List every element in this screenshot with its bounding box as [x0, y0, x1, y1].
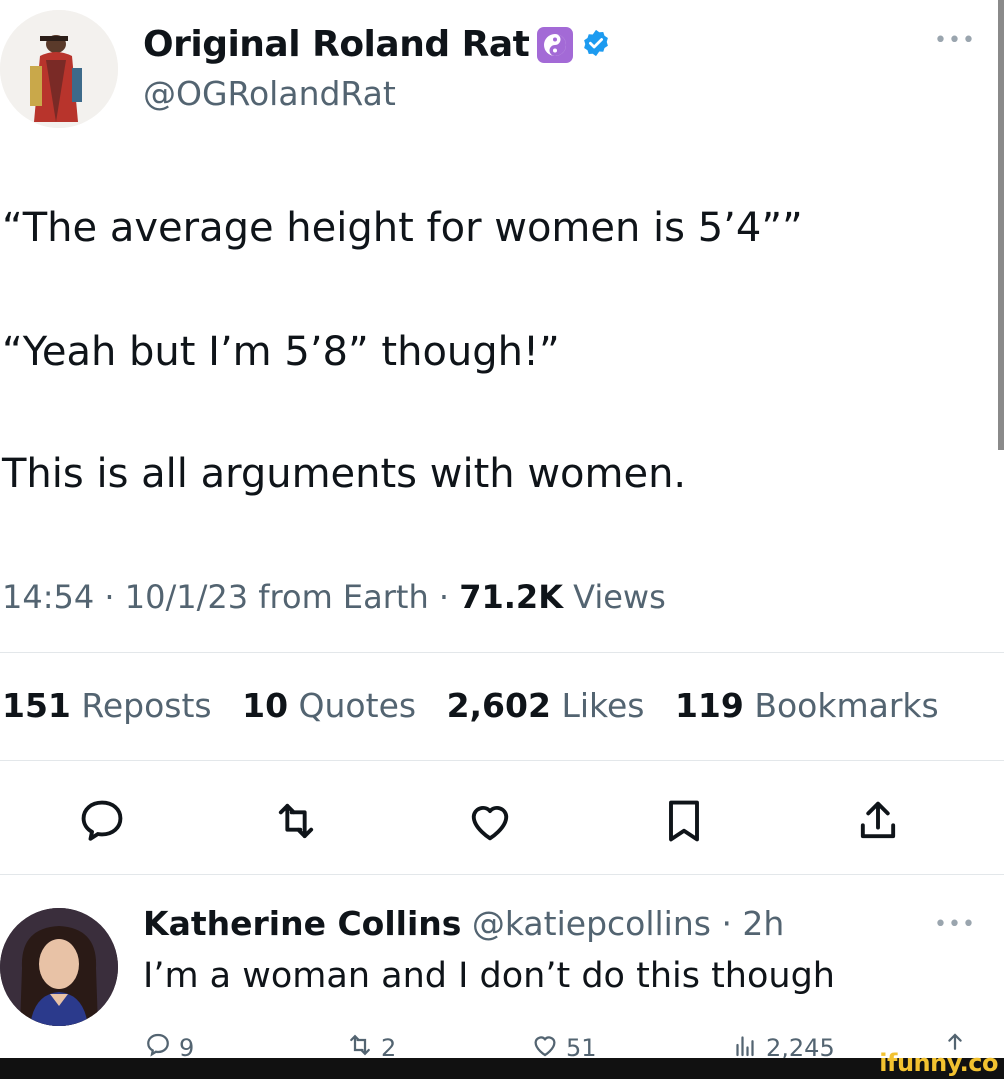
yin-yang-icon [537, 26, 574, 63]
engagement-stats: 151 Reposts 10 Quotes 2,602 Likes 119 Bo… [2, 686, 959, 725]
divider [0, 874, 1004, 875]
tweet-timestamp[interactable]: 14:54 · 10/1/23 from Earth · [2, 578, 449, 616]
reply-icon[interactable] [76, 795, 128, 847]
stat-bookmarks[interactable]: 119 Bookmarks [675, 686, 939, 725]
verified-badge-icon [581, 28, 611, 62]
author-handle[interactable]: @OGRolandRat [143, 74, 396, 113]
tweet-text-line-2: “Yeah but I’m 5’8” though!” [2, 329, 560, 375]
bookmark-icon[interactable] [658, 795, 710, 847]
bottom-bar [0, 1058, 1004, 1079]
reply-handle-time[interactable]: @katiepcollins · 2h [472, 904, 784, 943]
author-avatar[interactable] [0, 10, 118, 128]
author-name-row: Original Roland Rat [143, 24, 611, 65]
divider [0, 652, 1004, 653]
stat-likes[interactable]: 2,602 Likes [447, 686, 645, 725]
divider [0, 760, 1004, 761]
stat-reposts[interactable]: 151 Reposts [2, 686, 212, 725]
watermark: ifunny.co [879, 1049, 998, 1077]
tweet-meta: 14:54 · 10/1/23 from Earth · 71.2K Views [2, 578, 666, 616]
tweet-text-line-3: This is all arguments with women. [2, 451, 687, 497]
views-label: Views [573, 578, 666, 616]
author-display-name[interactable]: Original Roland Rat [143, 24, 530, 65]
more-options-icon[interactable]: ••• [934, 28, 976, 53]
share-icon[interactable] [852, 795, 904, 847]
reply-display-name[interactable]: Katherine Collins [143, 904, 461, 943]
more-options-icon[interactable]: ••• [934, 912, 976, 937]
reply-text: I’m a woman and I don’t do this though [143, 956, 835, 996]
repost-icon[interactable] [270, 795, 322, 847]
stat-quotes[interactable]: 10 Quotes [242, 686, 416, 725]
reply-author-avatar[interactable] [0, 908, 118, 1026]
views-count: 71.2K [459, 578, 563, 616]
scrollbar[interactable] [998, 0, 1004, 450]
tweet-text-line-1: “The average height for women is 5’4”” [2, 205, 803, 251]
like-icon[interactable] [464, 795, 516, 847]
reply-header: Katherine Collins @katiepcollins · 2h [143, 904, 784, 943]
